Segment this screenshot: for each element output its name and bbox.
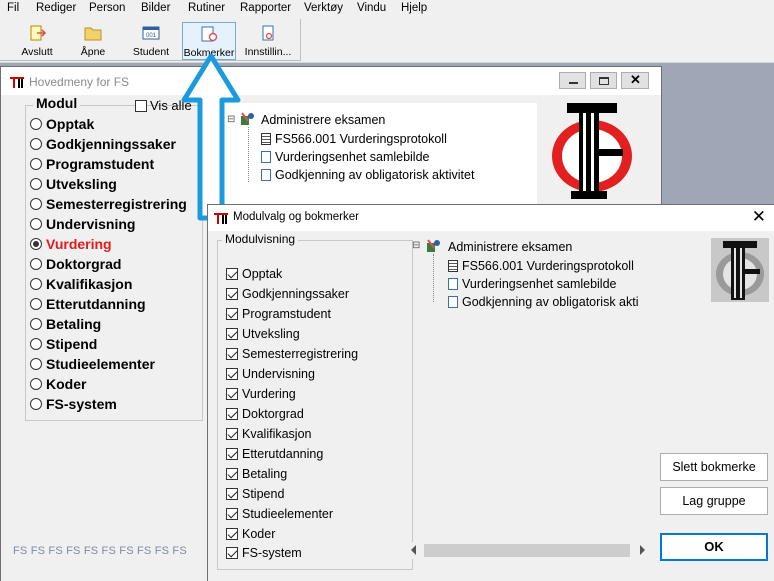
module-radio-etterutdanning[interactable]: Etterutdanning	[30, 296, 146, 312]
module-radio-kvalifikasjon[interactable]: Kvalifikasjon	[30, 276, 132, 292]
fs-logo-icon	[10, 77, 24, 88]
menu-vindu[interactable]: Vindu	[357, 2, 386, 14]
module-radio-undervisning[interactable]: Undervisning	[30, 216, 135, 232]
menu-person[interactable]: Person	[89, 2, 125, 14]
form-document-icon	[261, 151, 271, 163]
checkbox-studieelementer[interactable]: Studieelementer	[226, 507, 333, 521]
module-radio-fs-system[interactable]: FS-system	[30, 396, 117, 412]
form-document-icon	[261, 169, 271, 181]
close-icon: ✕	[630, 72, 641, 87]
form-document-icon	[448, 296, 458, 308]
svg-text:001: 001	[146, 33, 157, 39]
close-icon[interactable]: ✕	[752, 207, 766, 227]
dialog-title: Modulvalg og bokmerker	[233, 211, 359, 223]
scroll-right-icon[interactable]	[640, 545, 645, 555]
modulvalg-dialog: Modulvalg og bokmerker ✕ Modulvisning Op…	[207, 204, 774, 581]
minimize-button[interactable]	[559, 72, 586, 89]
module-radio-godkjenningssaker[interactable]: Godkjenningssaker	[30, 136, 176, 152]
exit-button[interactable]: Avslutt	[12, 22, 62, 60]
fs-logo	[552, 103, 632, 199]
checkbox-box[interactable]	[135, 100, 147, 112]
tree-item[interactable]: Godkjenning av obligatorisk aktivitet	[261, 168, 474, 182]
checkbox-doktorgrad[interactable]: Doktorgrad	[226, 407, 304, 421]
module-group-label: Modul	[33, 95, 81, 111]
exit-icon	[30, 25, 46, 41]
fs-logo-grayscale	[711, 238, 769, 302]
module-radio-opptak[interactable]: Opptak	[30, 116, 94, 132]
scrollbar-thumb[interactable]	[424, 544, 630, 557]
menu-hjelp[interactable]: Hjelp	[401, 2, 427, 14]
module-visibility-label: Modulvisning	[222, 232, 299, 246]
checkbox-etterutdanning[interactable]: Etterutdanning	[226, 447, 323, 461]
delete-bookmark-button[interactable]: Slett bokmerke	[660, 453, 768, 481]
checkbox-programstudent[interactable]: Programstudent	[226, 307, 331, 321]
bookmark-icon	[201, 26, 218, 42]
checkbox-opptak[interactable]: Opptak	[226, 267, 282, 281]
tree-item[interactable]: FS566.001 Vurderingsprotokoll	[261, 132, 447, 146]
tree-root-label[interactable]: Administrere eksamen	[261, 113, 385, 127]
tree-item[interactable]: FS566.001 Vurderingsprotokoll	[448, 259, 634, 273]
checkbox-vurdering[interactable]: Vurdering	[226, 387, 296, 401]
dialog-bookmark-tree: ⊟ Administrere eksamen FS566.001 Vurderi…	[408, 235, 658, 309]
checkbox-fs-system[interactable]: FS-system	[226, 546, 302, 560]
settings-button[interactable]: Innstillin...	[240, 22, 296, 60]
module-radio-vurdering[interactable]: Vurdering	[30, 236, 112, 252]
checkbox-betaling[interactable]: Betaling	[226, 467, 287, 481]
settings-document-icon	[262, 25, 274, 41]
maximize-button[interactable]	[590, 72, 617, 89]
checkbox-semesterregistrering[interactable]: Semesterregistrering	[226, 347, 358, 361]
tree-item[interactable]: Vurderingsenhet samlebilde	[448, 277, 617, 291]
module-radio-semesterregistrering[interactable]: Semesterregistrering	[30, 196, 187, 212]
module-radio-koder[interactable]: Koder	[30, 376, 86, 392]
main-window-title: Hovedmeny for FS	[29, 75, 130, 89]
tree-item[interactable]: Vurderingsenhet samlebilde	[261, 150, 430, 164]
checkbox-koder[interactable]: Koder	[226, 527, 275, 541]
scroll-left-icon[interactable]	[411, 545, 416, 555]
report-document-icon	[448, 260, 458, 272]
tree-root-label[interactable]: Administrere eksamen	[448, 240, 572, 254]
ok-button[interactable]: OK	[660, 533, 768, 561]
checkbox-kvalifikasjon[interactable]: Kvalifikasjon	[226, 427, 311, 441]
student-button[interactable]: 001 Student	[126, 22, 176, 60]
report-document-icon	[261, 133, 271, 145]
dialog-titlebar: Modulvalg og bokmerker ✕	[208, 205, 774, 231]
checkbox-stipend[interactable]: Stipend	[226, 487, 284, 501]
annotation-arrow	[181, 53, 241, 221]
tree-connector	[248, 127, 249, 182]
module-radio-betaling[interactable]: Betaling	[30, 316, 101, 332]
maximize-icon	[599, 77, 609, 85]
fs-logo-icon	[214, 213, 228, 224]
module-radio-stipend[interactable]: Stipend	[30, 336, 97, 352]
menu-fil[interactable]: Fil	[7, 2, 19, 14]
checkbox-godkjenningssaker[interactable]: Godkjenningssaker	[226, 287, 349, 301]
make-group-button[interactable]: Lag gruppe	[660, 487, 768, 515]
menu-rapporter[interactable]: Rapporter	[240, 2, 291, 14]
folder-icon	[84, 27, 102, 41]
module-radio-doktorgrad[interactable]: Doktorgrad	[30, 256, 121, 272]
tree-item[interactable]: Godkjenning av obligatorisk akti	[448, 295, 660, 309]
module-radio-studieelementer[interactable]: Studieelementer	[30, 356, 155, 372]
minimize-icon	[569, 82, 578, 84]
tree-connector	[433, 254, 434, 302]
tree-collapse-icon[interactable]: ⊟	[412, 240, 420, 251]
bookmark-tree: ⊟ Administrere eksamen FS566.001 Vurderi…	[221, 103, 537, 215]
open-button[interactable]: Åpne	[68, 22, 118, 60]
exam-admin-icon	[241, 112, 254, 125]
close-button[interactable]: ✕	[621, 72, 649, 89]
module-radio-utveksling[interactable]: Utveksling	[30, 176, 117, 192]
module-radio-programstudent[interactable]: Programstudent	[30, 156, 154, 172]
menu-bilder[interactable]: Bilder	[141, 2, 170, 14]
horizontal-scrollbar[interactable]	[408, 542, 648, 559]
menu-rutiner[interactable]: Rutiner	[188, 2, 225, 14]
main-window-titlebar: Hovedmeny for FS ✕	[1, 67, 661, 95]
menu-rediger[interactable]: Rediger	[36, 2, 76, 14]
checkbox-undervisning[interactable]: Undervisning	[226, 367, 315, 381]
student-icon: 001	[142, 26, 160, 40]
menu-verktoy[interactable]: Verktøy	[304, 2, 343, 14]
exam-admin-icon	[427, 239, 440, 252]
checkbox-utveksling[interactable]: Utveksling	[226, 327, 300, 341]
form-document-icon	[448, 278, 458, 290]
fs-background-pattern: FS FS FS FS FS FS FS FS FS FS	[13, 545, 187, 557]
menu-bar: Fil Rediger Person Bilder Rutiner Rappor…	[0, 0, 774, 19]
